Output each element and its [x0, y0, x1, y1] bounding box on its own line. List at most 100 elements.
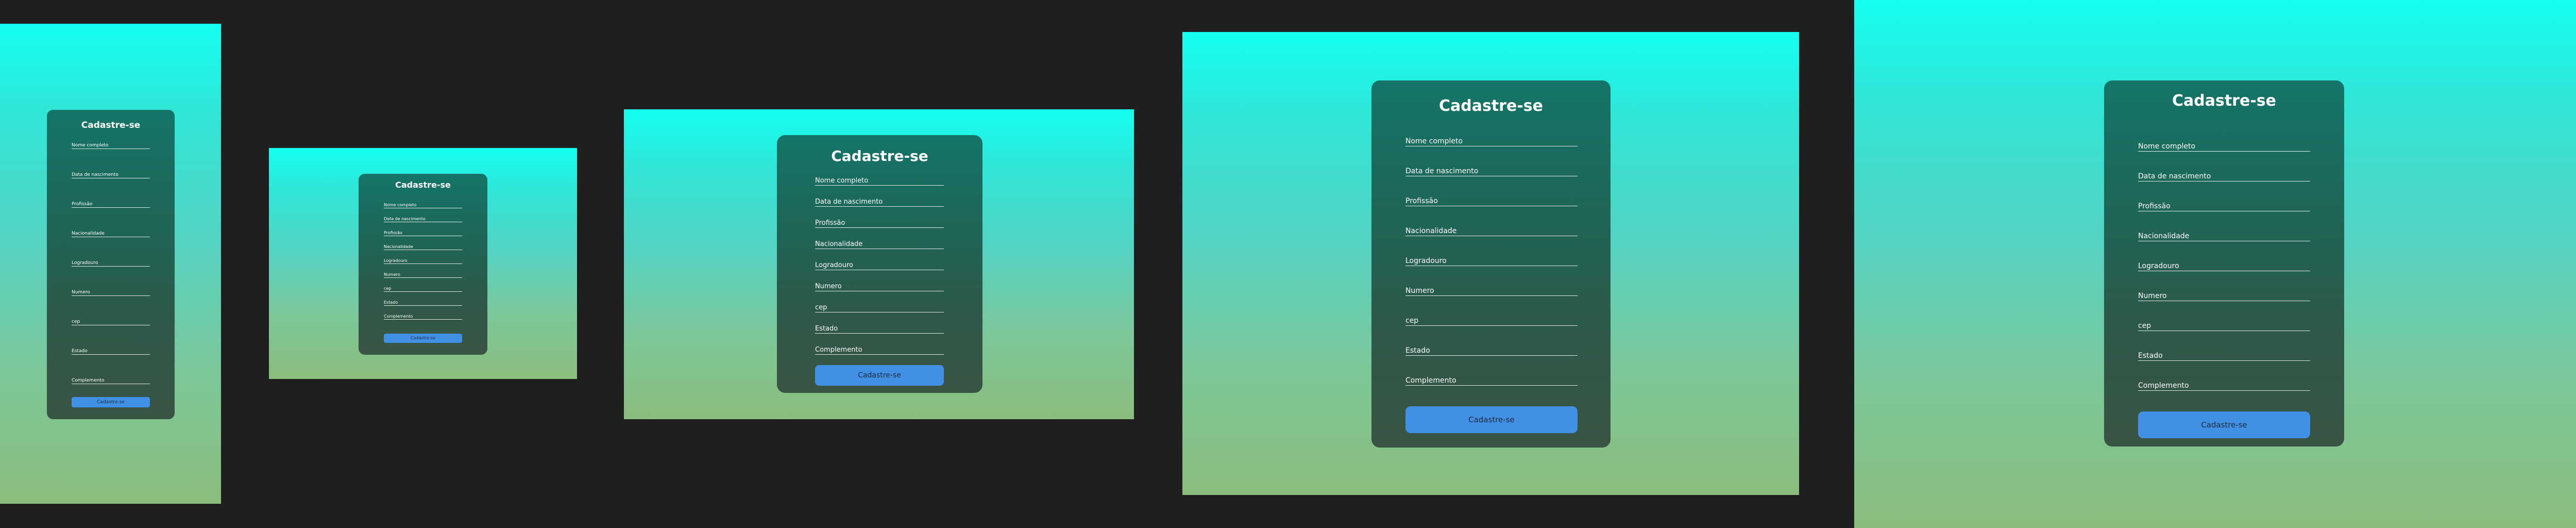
- nationality-field[interactable]: Nacionalidade: [72, 230, 150, 237]
- number-field[interactable]: Numero: [2138, 291, 2310, 301]
- number-field[interactable]: Numero: [72, 289, 150, 296]
- signup-card: Cadastre-se Nome completo Data de nascim…: [1371, 80, 1611, 448]
- street-field[interactable]: Logradouro: [2138, 261, 2310, 271]
- name-label: Nome completo: [72, 143, 109, 148]
- name-label: Nome completo: [815, 177, 869, 185]
- number-label: Numero: [815, 283, 842, 290]
- name-label: Nome completo: [2138, 142, 2196, 151]
- signup-card: Cadastre-se Nome completo Data de nascim…: [777, 135, 982, 393]
- birthdate-label: Data de nascimento: [2138, 172, 2211, 180]
- profession-field[interactable]: Profissão: [72, 201, 150, 208]
- name-label: Nome completo: [1405, 137, 1463, 145]
- zipcode-field[interactable]: cep: [1405, 316, 1578, 326]
- profession-label: Profissão: [384, 230, 402, 235]
- street-field[interactable]: Logradouro: [1405, 256, 1578, 266]
- complement-field[interactable]: Complemento: [1405, 375, 1578, 386]
- number-field[interactable]: Numero: [815, 282, 944, 291]
- nationality-field[interactable]: Nacionalidade: [1405, 226, 1578, 236]
- screenshot-canvas: { "form": { "title": "Cadastre-se", "fie…: [0, 0, 2576, 528]
- zipcode-field[interactable]: cep: [2138, 321, 2310, 331]
- street-label: Logradouro: [815, 261, 853, 269]
- zipcode-label: cep: [1405, 317, 1419, 325]
- number-field[interactable]: Numero: [384, 272, 462, 278]
- birthdate-field[interactable]: Data de nascimento: [72, 171, 150, 178]
- birthdate-label: Data de nascimento: [815, 198, 883, 206]
- street-label: Logradouro: [2138, 262, 2179, 270]
- name-field[interactable]: Nome completo: [384, 202, 462, 208]
- viewport-small-desktop: Cadastre-se Nome completo Data de nascim…: [269, 148, 577, 379]
- state-field[interactable]: Estado: [384, 300, 462, 306]
- signup-card: Cadastre-se Nome completo Data de nascim…: [359, 174, 487, 355]
- zipcode-field[interactable]: cep: [72, 318, 150, 325]
- card-title: Cadastre-se: [2172, 92, 2276, 110]
- state-field[interactable]: Estado: [1405, 345, 1578, 356]
- birthdate-field[interactable]: Data de nascimento: [2138, 171, 2310, 182]
- zipcode-field[interactable]: cep: [384, 286, 462, 292]
- complement-field[interactable]: Complemento: [384, 314, 462, 320]
- profession-field[interactable]: Profissão: [2138, 201, 2310, 211]
- nationality-field[interactable]: Nacionalidade: [815, 240, 944, 249]
- signup-card: Cadastre-se Nome completo Data de nascim…: [47, 110, 175, 419]
- state-label: Estado: [815, 325, 838, 333]
- complement-field[interactable]: Complemento: [815, 345, 944, 355]
- state-field[interactable]: Estado: [815, 324, 944, 334]
- street-label: Logradouro: [1405, 257, 1447, 265]
- card-title: Cadastre-se: [831, 147, 928, 164]
- nationality-label: Nacionalidade: [384, 244, 413, 249]
- complement-field[interactable]: Complemento: [2138, 381, 2310, 391]
- profession-label: Profissão: [2138, 202, 2171, 210]
- name-field[interactable]: Nome completo: [815, 176, 944, 186]
- name-field[interactable]: Nome completo: [1405, 136, 1578, 146]
- profession-field[interactable]: Profissão: [1405, 196, 1578, 206]
- name-label: Nome completo: [384, 203, 417, 207]
- birthdate-field[interactable]: Data de nascimento: [384, 216, 462, 222]
- nationality-label: Nacionalidade: [72, 231, 105, 236]
- submit-button[interactable]: Cadastre-se: [2138, 411, 2310, 438]
- zipcode-label: cep: [384, 286, 392, 291]
- state-field[interactable]: Estado: [2138, 351, 2310, 361]
- number-label: Numero: [384, 272, 400, 277]
- nationality-label: Nacionalidade: [1405, 227, 1457, 235]
- number-label: Numero: [2138, 292, 2167, 300]
- street-field[interactable]: Logradouro: [72, 259, 150, 267]
- birthdate-field[interactable]: Data de nascimento: [815, 197, 944, 207]
- street-label: Logradouro: [384, 258, 408, 263]
- card-title: Cadastre-se: [395, 180, 451, 190]
- submit-button[interactable]: Cadastre-se: [815, 365, 944, 386]
- profession-field[interactable]: Profissão: [815, 219, 944, 228]
- profession-field[interactable]: Profissão: [384, 230, 462, 236]
- state-label: Estado: [2138, 352, 2163, 360]
- complement-label: Complemento: [72, 378, 105, 383]
- complement-label: Complemento: [1405, 376, 1456, 385]
- submit-button[interactable]: Cadastre-se: [384, 334, 462, 343]
- birthdate-label: Data de nascimento: [384, 217, 426, 221]
- nationality-field[interactable]: Nacionalidade: [2138, 231, 2310, 241]
- viewport-mobile: Cadastre-se Nome completo Data de nascim…: [0, 24, 221, 504]
- viewport-laptop: Cadastre-se Nome completo Data de nascim…: [624, 109, 1134, 419]
- birthdate-label: Data de nascimento: [72, 172, 118, 177]
- street-field[interactable]: Logradouro: [384, 258, 462, 264]
- state-label: Estado: [384, 300, 398, 305]
- complement-label: Complemento: [815, 346, 862, 354]
- complement-field[interactable]: Complemento: [72, 377, 150, 384]
- zipcode-label: cep: [72, 319, 80, 324]
- submit-button[interactable]: Cadastre-se: [72, 397, 150, 407]
- zipcode-field[interactable]: cep: [815, 303, 944, 312]
- state-label: Estado: [72, 349, 88, 354]
- birthdate-label: Data de nascimento: [1405, 167, 1479, 175]
- signup-card: Cadastre-se Nome completo Data de nascim…: [2104, 80, 2344, 447]
- complement-label: Complemento: [2138, 382, 2189, 390]
- viewport-desktop: Cadastre-se Nome completo Data de nascim…: [1854, 0, 2576, 528]
- zipcode-label: cep: [815, 304, 827, 311]
- nationality-label: Nacionalidade: [815, 240, 863, 248]
- name-field[interactable]: Nome completo: [72, 142, 150, 149]
- birthdate-field[interactable]: Data de nascimento: [1405, 166, 1578, 176]
- name-field[interactable]: Nome completo: [2138, 141, 2310, 152]
- complement-label: Complemento: [384, 314, 413, 319]
- street-field[interactable]: Logradouro: [815, 261, 944, 270]
- submit-button[interactable]: Cadastre-se: [1405, 406, 1578, 433]
- state-field[interactable]: Estado: [72, 348, 150, 355]
- viewport-tablet: Cadastre-se Nome completo Data de nascim…: [1182, 32, 1799, 495]
- nationality-field[interactable]: Nacionalidade: [384, 244, 462, 250]
- number-field[interactable]: Numero: [1405, 286, 1578, 296]
